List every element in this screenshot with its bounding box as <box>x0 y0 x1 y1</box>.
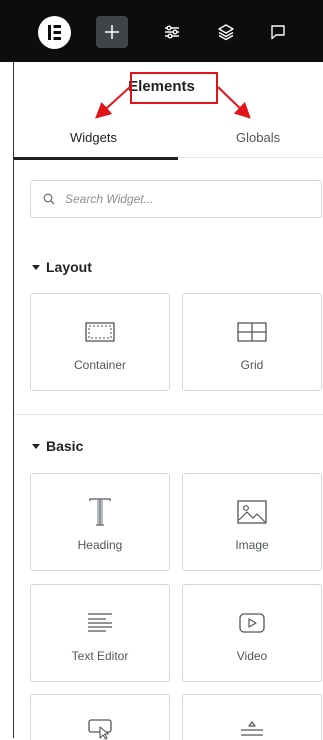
widget-label: Text Editor <box>71 649 129 663</box>
widget-divider[interactable] <box>182 694 322 740</box>
widget-label: Grid <box>240 358 264 372</box>
video-icon <box>239 613 265 633</box>
widget-text-editor[interactable]: Text Editor <box>30 584 170 682</box>
image-icon <box>237 500 267 524</box>
caret-down-icon <box>32 264 40 270</box>
widget-label: Heading <box>77 538 123 552</box>
notes-button[interactable] <box>262 16 294 48</box>
structure-button[interactable] <box>210 16 242 48</box>
elementor-logo-icon[interactable] <box>38 16 71 49</box>
add-element-icon <box>105 25 119 39</box>
widget-container[interactable]: Container <box>30 293 170 391</box>
widget-image[interactable]: Image <box>182 473 322 571</box>
button-icon <box>88 718 112 740</box>
widget-grid[interactable]: Grid <box>182 293 322 391</box>
add-element-button[interactable] <box>96 16 128 48</box>
caret-down-icon <box>32 443 40 449</box>
text-editor-icon <box>88 613 112 632</box>
widget-heading[interactable]: Heading <box>30 473 170 571</box>
site-settings-icon <box>165 25 179 39</box>
annotation-box <box>130 72 218 104</box>
divider-icon <box>241 720 263 736</box>
section-divider <box>14 414 323 415</box>
notes-icon <box>271 25 285 40</box>
structure-icon <box>218 24 234 41</box>
grid-icon <box>237 322 267 342</box>
search-box <box>30 180 322 218</box>
widget-label: Image <box>235 538 269 552</box>
search-input[interactable] <box>63 191 297 207</box>
heading-icon <box>89 498 111 526</box>
widget-label: Container <box>73 358 127 372</box>
tab-globals[interactable]: Globals <box>236 130 280 145</box>
panel-left-border <box>13 62 14 738</box>
widget-label: Video <box>236 649 268 663</box>
tab-widgets[interactable]: Widgets <box>70 130 117 145</box>
editor-topbar <box>0 0 323 62</box>
section-layout-header[interactable]: Layout <box>32 259 92 275</box>
widget-video[interactable]: Video <box>182 584 322 682</box>
active-tab-indicator <box>14 157 178 160</box>
section-basic-header[interactable]: Basic <box>32 438 83 454</box>
section-basic-title: Basic <box>46 438 84 454</box>
search-icon <box>43 193 55 205</box>
section-layout-title: Layout <box>46 259 92 275</box>
container-icon <box>85 322 115 342</box>
widget-button[interactable] <box>30 694 170 740</box>
site-settings-button[interactable] <box>156 16 188 48</box>
